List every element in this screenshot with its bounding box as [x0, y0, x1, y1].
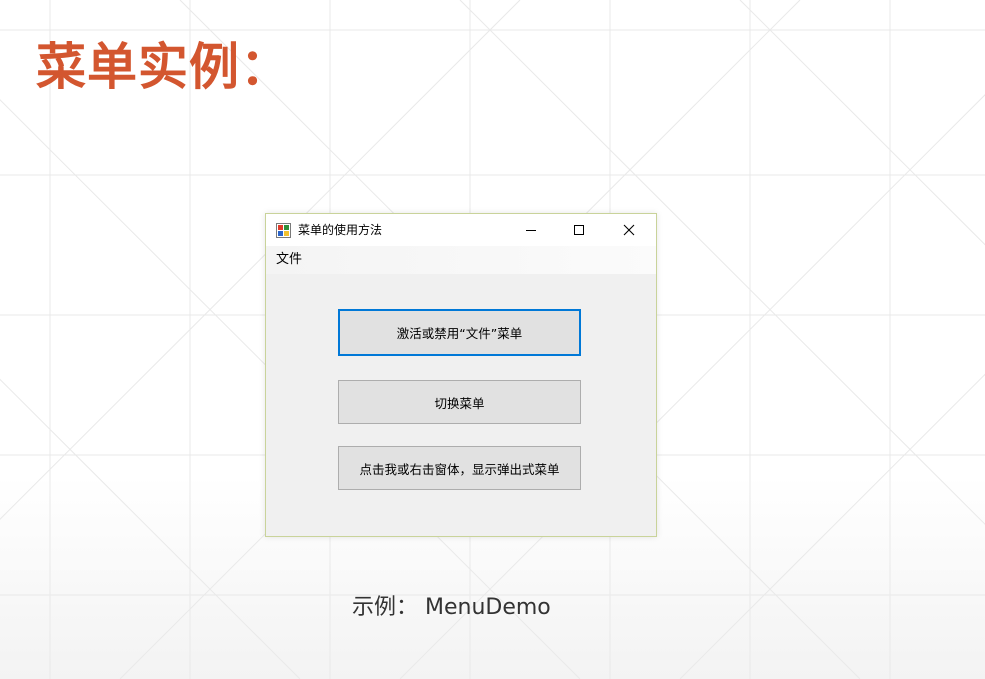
app-window: 菜单的使用方法 文件 激活或禁用“文件”菜单 切换菜单 点击我或右击窗体，显示弹…	[265, 213, 657, 537]
close-button[interactable]	[606, 214, 652, 246]
menu-item-file[interactable]: 文件	[276, 252, 302, 268]
toggle-file-menu-button[interactable]: 激活或禁用“文件”菜单	[338, 309, 581, 356]
minimize-button[interactable]	[508, 214, 554, 246]
show-context-menu-button[interactable]: 点击我或右击窗体，显示弹出式菜单	[338, 446, 581, 490]
minimize-icon	[526, 230, 536, 231]
slide-title: 菜单实例：	[36, 38, 291, 96]
window-titlebar[interactable]: 菜单的使用方法	[266, 214, 656, 246]
maximize-icon	[574, 225, 584, 235]
switch-menu-button[interactable]: 切换菜单	[338, 380, 581, 424]
menubar: 文件	[266, 246, 656, 274]
window-title: 菜单的使用方法	[298, 223, 383, 237]
close-icon	[623, 224, 635, 236]
example-caption: 示例： MenuDemo	[352, 595, 551, 620]
maximize-button[interactable]	[556, 214, 602, 246]
windows-form-icon	[276, 223, 291, 238]
